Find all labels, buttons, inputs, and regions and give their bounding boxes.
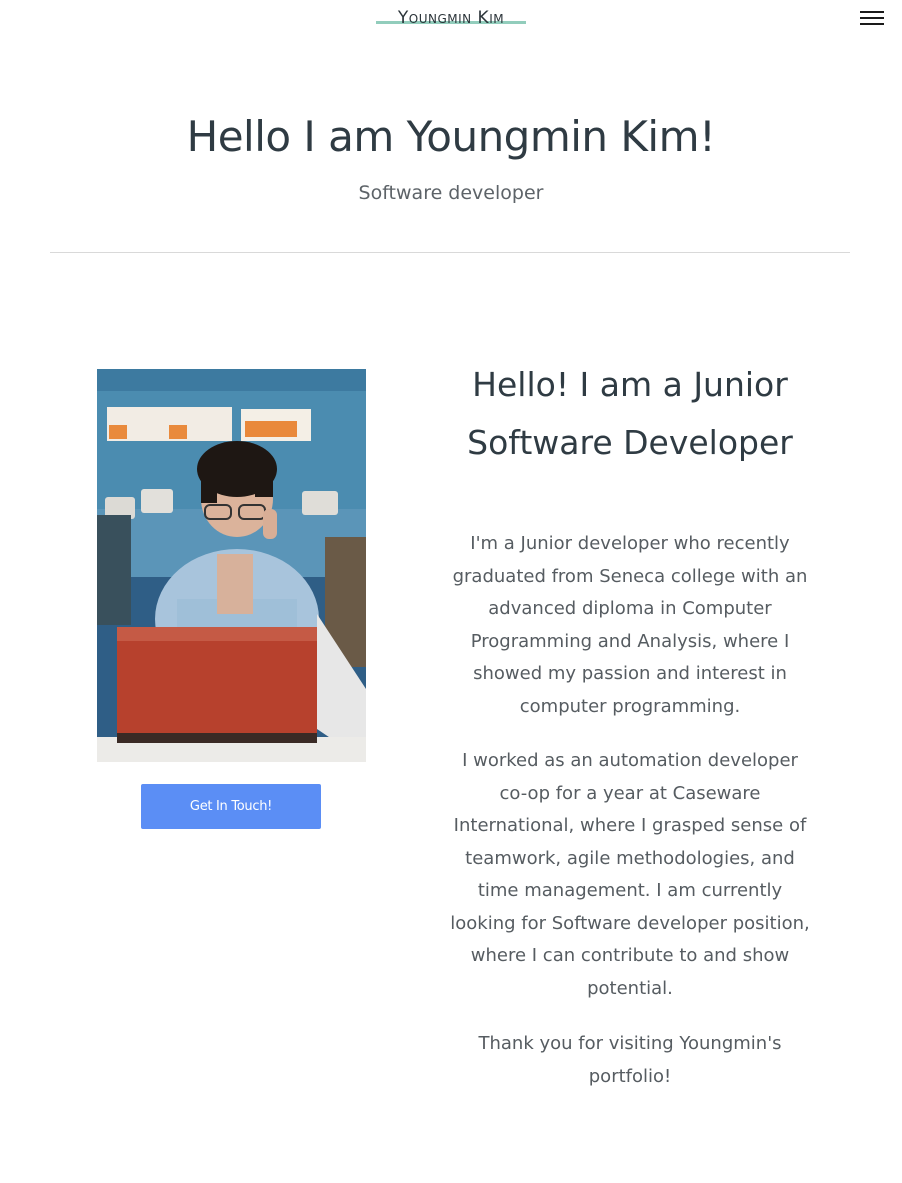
section-divider [50, 252, 850, 253]
hero-subtitle: Software developer [358, 182, 544, 204]
logo-text: Youngmin Kim [397, 8, 505, 28]
about-heading-line-1: Hello! I am a Junior [472, 365, 788, 404]
hero-title: Hello I am Youngmin Kim! [186, 112, 716, 161]
about-paragraph-3: Thank you for visiting Youngmin's portfo… [478, 1033, 782, 1087]
profile-photo [97, 369, 366, 762]
site-logo[interactable]: Youngmin Kim [376, 6, 526, 30]
about-heading: Hello! I am a Junior Software Developer [450, 356, 810, 472]
about-heading-line-2: Software Developer [467, 423, 793, 462]
about-paragraph-1: I'm a Junior developer who recently grad… [452, 533, 808, 717]
hamburger-menu-icon[interactable] [858, 9, 886, 27]
about-paragraph-2: I worked as an automation developer co-o… [450, 750, 810, 999]
site-header: Youngmin Kim [0, 0, 902, 40]
get-in-touch-button[interactable]: Get In Touch! [141, 784, 321, 829]
about-section: Hello! I am a Junior Software Developer … [450, 356, 810, 1093]
